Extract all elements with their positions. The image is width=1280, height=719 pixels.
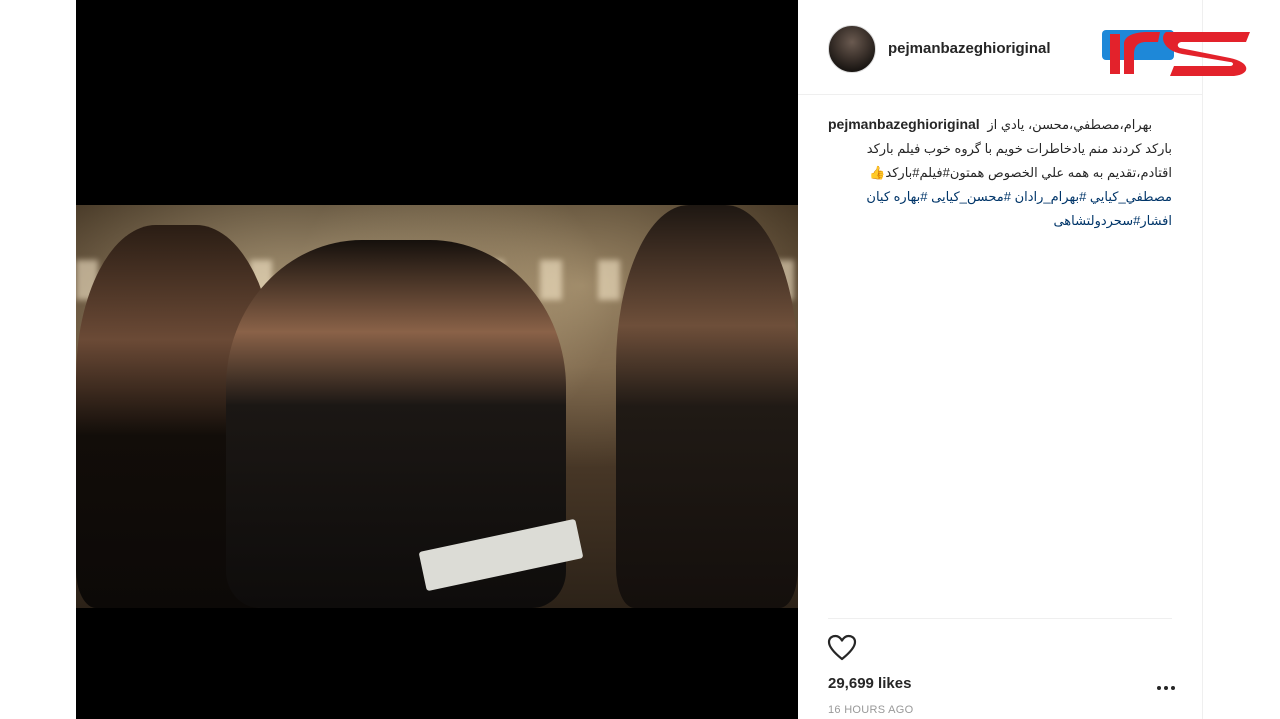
heart-icon <box>827 634 857 661</box>
post-sidebar: pejmanbazeghioriginal pejmanbazeghiorigi… <box>798 0 1203 719</box>
likes-count[interactable]: 29,699 likes <box>828 675 911 692</box>
post-timestamp: 16 HOURS AGO <box>828 704 914 716</box>
rokna-logo <box>1102 30 1250 76</box>
post-media <box>76 0 798 719</box>
post-photo <box>76 205 798 608</box>
person-right <box>616 205 798 608</box>
caption-line: اقتادم،تقديم به همه علي الخصوص همتون#فیل… <box>869 165 1172 180</box>
caption-hashtags[interactable]: افشار#سحردولتشاهی <box>828 209 1172 233</box>
caption-username[interactable]: pejmanbazeghioriginal <box>828 116 980 132</box>
avatar[interactable] <box>828 25 876 73</box>
more-options-icon <box>1157 686 1175 690</box>
divider <box>828 618 1172 619</box>
caption-line: بهرام،مصطفي،محسن، يادي از <box>987 117 1153 132</box>
post-caption: pejmanbazeghioriginal بهرام،مصطفي،محسن، … <box>828 112 1172 233</box>
more-options-button[interactable] <box>1154 680 1178 696</box>
caption-line: بارکد کردند منم یادخاطرات خویم با گروه خ… <box>866 141 1172 156</box>
username-link[interactable]: pejmanbazeghioriginal <box>888 40 1051 57</box>
caption-hashtags[interactable]: مصطفي_کيايي #بهرام_رادان #محسن_کیایی #به… <box>828 185 1172 209</box>
like-button[interactable] <box>826 632 858 664</box>
